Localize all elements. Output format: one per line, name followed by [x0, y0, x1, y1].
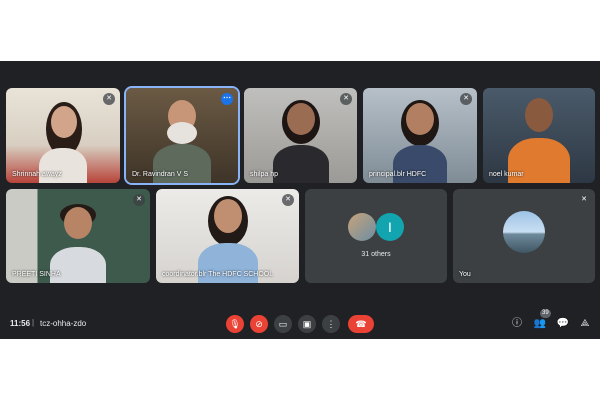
others-count: 31 others	[361, 251, 391, 258]
participant-name: Shrinnah awayz	[12, 171, 62, 178]
mic-off-icon: ✕	[133, 194, 145, 206]
more-options-button[interactable]: ⋮	[322, 315, 340, 333]
participant-tile[interactable]: ⋯ Dr. Ravindran V S	[126, 88, 238, 183]
people-icon: 👥	[533, 318, 547, 329]
mic-off-icon: ✕	[340, 93, 352, 105]
more-vert-icon: ⋮	[326, 319, 336, 329]
others-tile[interactable]: I 31 others	[305, 189, 447, 283]
camera-off-icon: ⊘	[255, 319, 263, 329]
meeting-time: 11:56	[10, 319, 31, 328]
participant-tile[interactable]: ✕ principal.blr HDFC	[363, 88, 477, 183]
meeting-stage: ✕ Shrinnah awayz ⋯ Dr. Ravindran V S ✕ s…	[0, 61, 600, 339]
leave-call-button[interactable]: ☎	[348, 315, 374, 333]
mic-off-icon: ✕	[282, 194, 294, 206]
avatar: I	[376, 213, 404, 241]
participant-name: PREETI SINHA	[12, 271, 61, 278]
participant-name: principal.blr HDFC	[369, 171, 427, 178]
participant-tile[interactable]: ✕ shilpa hp	[244, 88, 357, 183]
participant-name: You	[459, 271, 471, 278]
mic-off-icon: 🎙	[229, 319, 241, 329]
people-button[interactable]: 👥 39	[532, 309, 551, 332]
end-call-icon: ☎	[355, 319, 367, 329]
participant-tile[interactable]: ✕ coordinator.blr The HDFC SCHOOL	[156, 189, 299, 283]
mic-toggle-button[interactable]: 🎙	[226, 315, 244, 333]
participant-name: noel kumar	[489, 171, 524, 178]
captions-icon: ▭	[278, 319, 288, 329]
avatar	[348, 213, 376, 241]
meeting-code: tcz-ohha-zdo	[40, 319, 87, 328]
mic-off-icon: ✕	[460, 93, 472, 105]
self-tile[interactable]: ✕ You	[453, 189, 595, 283]
info-icon: ⓘ	[512, 318, 522, 329]
captions-button[interactable]: ▭	[274, 315, 292, 333]
participant-name: Dr. Ravindran V S	[132, 171, 189, 178]
separator: |	[32, 318, 35, 327]
mic-off-icon: ✕	[103, 93, 115, 105]
participant-tile[interactable]: noel kumar	[483, 88, 595, 183]
participant-name: coordinator.blr The HDFC SCHOOL	[162, 271, 274, 278]
present-icon: ▣	[302, 319, 312, 329]
activities-button[interactable]: ⟁	[577, 316, 593, 332]
present-button[interactable]: ▣	[298, 315, 316, 333]
chat-icon: 💬	[556, 318, 570, 329]
self-avatar	[503, 211, 545, 253]
people-count-badge: 39	[540, 309, 551, 318]
meeting-info-button[interactable]: ⓘ	[509, 316, 525, 332]
avatar-letter: I	[388, 219, 392, 235]
mic-off-icon: ✕	[578, 194, 590, 206]
participant-tile[interactable]: ✕ PREETI SINHA	[6, 189, 150, 283]
activities-icon: ⟁	[580, 318, 590, 329]
chat-button[interactable]: 💬	[555, 316, 571, 332]
participant-name: shilpa hp	[250, 171, 279, 178]
more-options-icon[interactable]: ⋯	[221, 93, 233, 105]
participant-tile[interactable]: ✕ Shrinnah awayz	[6, 88, 120, 183]
camera-toggle-button[interactable]: ⊘	[250, 315, 268, 333]
